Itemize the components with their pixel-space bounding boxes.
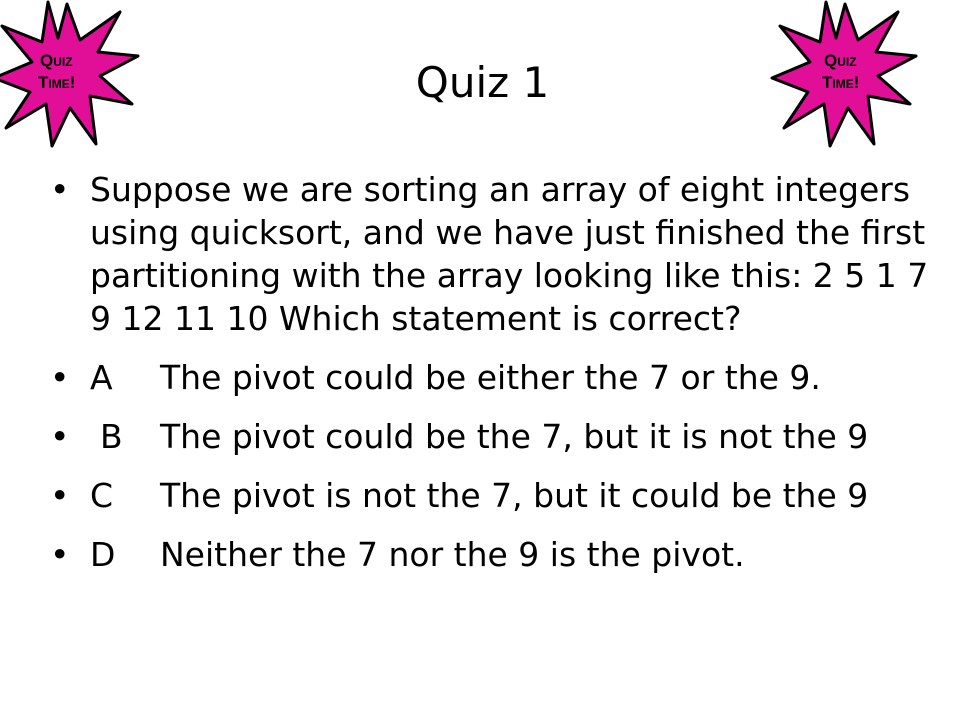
option-c: • C The pivot is not the 7, but it could … (50, 474, 940, 517)
bullet-icon: • (50, 535, 70, 574)
option-a: • A The pivot could be either the 7 or th… (50, 356, 940, 399)
question-text: Suppose we are sorting an array of eight… (90, 170, 929, 338)
option-text: The pivot could be either the 7 or the 9… (160, 358, 821, 397)
option-letter: B (100, 417, 123, 456)
option-text: The pivot is not the 7, but it could be … (160, 476, 869, 515)
bullet-icon: • (50, 358, 70, 397)
option-letter: C (90, 476, 114, 515)
question-item: • Suppose we are sorting an array of eig… (50, 168, 940, 340)
bullet-icon: • (50, 476, 70, 515)
option-letter: D (90, 535, 116, 574)
option-letter: A (90, 358, 113, 397)
bullet-icon: • (50, 417, 70, 456)
slide-title: Quiz 1 (415, 58, 550, 107)
bullet-list: • Suppose we are sorting an array of eig… (50, 168, 940, 592)
bullet-icon: • (50, 170, 70, 209)
option-text: The pivot could be the 7, but it is not … (160, 417, 869, 456)
option-b: • B The pivot could be the 7, but it is n… (50, 415, 940, 458)
option-d: • D Neither the 7 nor the 9 is the pivot. (50, 533, 940, 576)
slide: Quiz Time! Quiz Time! Quiz 1 • Suppose w… (0, 0, 965, 715)
option-text: Neither the 7 nor the 9 is the pivot. (160, 535, 745, 574)
